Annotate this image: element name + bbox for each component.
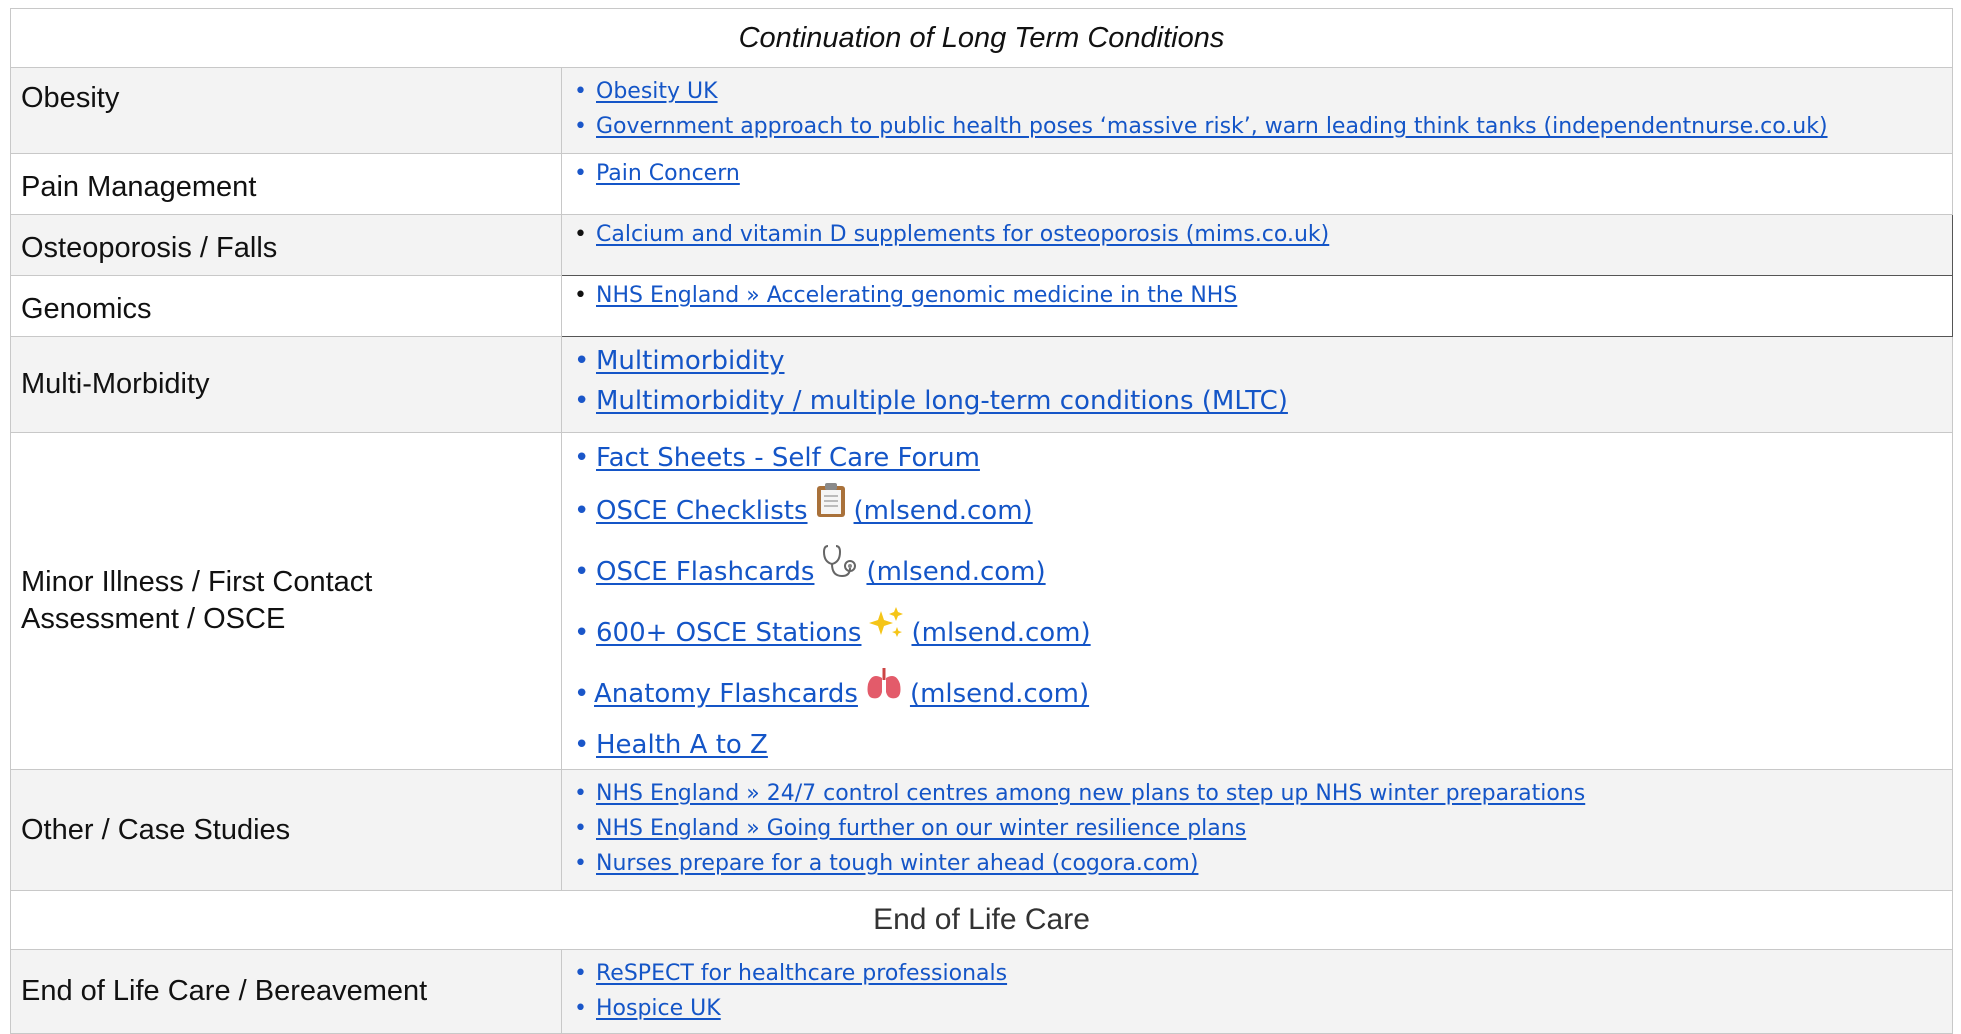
table-row: Other / Case Studies NHS England » 24/7 … bbox=[10, 769, 1953, 891]
list-item: Nurses prepare for a tough winter ahead … bbox=[574, 846, 1952, 881]
list-item: NHS England » Accelerating genomic medic… bbox=[574, 278, 1952, 313]
table-row: End of Life Care / Bereavement ReSPECT f… bbox=[10, 949, 1953, 1034]
topic-genomics: Genomics bbox=[10, 275, 562, 337]
table-row: Osteoporosis / Falls Calcium and vitamin… bbox=[10, 214, 1953, 276]
link-anatomy-flashcards[interactable]: Anatomy Flashcards (mlsend.com) bbox=[594, 668, 1090, 709]
links-eol: ReSPECT for healthcare professionals Hos… bbox=[561, 949, 1953, 1034]
link-osce-stations[interactable]: 600+ OSCE Stations (mlsend.com) bbox=[596, 607, 1091, 648]
list-item: NHS England » 24/7 control centres among… bbox=[574, 776, 1952, 811]
links-osteoporosis: Calcium and vitamin D supplements for os… bbox=[561, 214, 1953, 276]
table-row: Pain Management Pain Concern bbox=[10, 153, 1953, 215]
topic-other-case-studies: Other / Case Studies bbox=[10, 769, 562, 891]
topic-obesity: Obesity bbox=[10, 67, 562, 154]
table-title: Continuation of Long Term Conditions bbox=[10, 8, 1953, 68]
link-winter-resilience[interactable]: NHS England » Going further on our winte… bbox=[596, 816, 1246, 841]
list-item: OSCE Checklists (mlsend.com) bbox=[574, 481, 1952, 542]
link-source: (mlsend.com) bbox=[909, 679, 1090, 709]
link-pain-concern[interactable]: Pain Concern bbox=[596, 161, 740, 186]
stethoscope-icon bbox=[820, 542, 860, 603]
list-item: Multimorbidity bbox=[574, 341, 1952, 381]
link-list: Calcium and vitamin D supplements for os… bbox=[562, 217, 1952, 252]
link-genomic-medicine[interactable]: NHS England » Accelerating genomic medic… bbox=[596, 283, 1237, 308]
link-list: ReSPECT for healthcare professionals Hos… bbox=[562, 956, 1952, 1026]
link-list: Multimorbidity Multimorbidity / multiple… bbox=[562, 341, 1952, 421]
links-multimorbidity: Multimorbidity Multimorbidity / multiple… bbox=[561, 336, 1953, 433]
list-item: 600+ OSCE Stations (mlsend.com) bbox=[574, 603, 1952, 664]
list-item: NHS England » Going further on our winte… bbox=[574, 811, 1952, 846]
topic-osteoporosis: Osteoporosis / Falls bbox=[10, 214, 562, 276]
list-item: Health A to Z bbox=[574, 725, 1952, 765]
link-source: (mlsend.com) bbox=[853, 496, 1033, 526]
topic-end-of-life: End of Life Care / Bereavement bbox=[10, 949, 562, 1034]
table-row: Obesity Obesity UK Government approach t… bbox=[10, 67, 1953, 154]
list-item: ReSPECT for healthcare professionals bbox=[574, 956, 1952, 991]
link-multimorbidity[interactable]: Multimorbidity bbox=[596, 346, 785, 376]
link-source: (mlsend.com) bbox=[866, 557, 1046, 587]
lungs-icon bbox=[864, 664, 904, 725]
topic-multi-morbidity: Multi-Morbidity bbox=[10, 336, 562, 433]
link-source: (mlsend.com) bbox=[911, 618, 1091, 648]
link-calcium-vitamin-d[interactable]: Calcium and vitamin D supplements for os… bbox=[596, 222, 1329, 247]
link-text: OSCE Checklists bbox=[596, 496, 808, 526]
link-text: OSCE Flashcards bbox=[596, 557, 815, 587]
link-list: Fact Sheets - Self Care Forum OSCE Check… bbox=[562, 435, 1952, 765]
link-health-a-to-z[interactable]: Health A to Z bbox=[596, 730, 768, 760]
list-item: Calcium and vitamin D supplements for os… bbox=[574, 217, 1952, 252]
list-item: Government approach to public health pos… bbox=[574, 109, 1952, 144]
section-title-row: End of Life Care bbox=[10, 890, 1953, 950]
link-list: Pain Concern bbox=[562, 156, 1952, 191]
sparkles-icon bbox=[867, 603, 905, 664]
link-tough-winter[interactable]: Nurses prepare for a tough winter ahead … bbox=[596, 851, 1198, 876]
link-osce-checklists[interactable]: OSCE Checklists (mlsend.com) bbox=[596, 483, 1033, 526]
link-osce-flashcards[interactable]: OSCE Flashcards (mlsend.com) bbox=[596, 545, 1046, 587]
section-title: End of Life Care bbox=[10, 890, 1953, 950]
list-item: Anatomy Flashcards (mlsend.com) bbox=[574, 664, 1952, 725]
topic-pain-management: Pain Management bbox=[10, 153, 562, 215]
links-pain: Pain Concern bbox=[561, 153, 1953, 215]
link-list: NHS England » Accelerating genomic medic… bbox=[562, 278, 1952, 313]
link-respect[interactable]: ReSPECT for healthcare professionals bbox=[596, 961, 1007, 986]
link-fact-sheets[interactable]: Fact Sheets - Self Care Forum bbox=[596, 443, 980, 473]
topic-line: Assessment / OSCE bbox=[21, 603, 286, 635]
list-item: Pain Concern bbox=[574, 156, 1952, 191]
links-other: NHS England » 24/7 control centres among… bbox=[561, 769, 1953, 891]
link-text: 600+ OSCE Stations bbox=[596, 618, 862, 648]
list-item: OSCE Flashcards (mlsend.com) bbox=[574, 542, 1952, 603]
list-item: Fact Sheets - Self Care Forum bbox=[574, 435, 1952, 481]
link-list: Obesity UK Government approach to public… bbox=[562, 74, 1952, 144]
table-row: Genomics NHS England » Accelerating geno… bbox=[10, 275, 1953, 337]
links-genomics: NHS England » Accelerating genomic medic… bbox=[561, 275, 1953, 337]
table-title-row: Continuation of Long Term Conditions bbox=[10, 8, 1953, 68]
topic-minor-illness: Minor Illness / First Contact Assessment… bbox=[10, 432, 562, 770]
link-mltc[interactable]: Multimorbidity / multiple long-term cond… bbox=[596, 386, 1288, 416]
link-list: NHS England » 24/7 control centres among… bbox=[562, 776, 1952, 881]
clipboard-icon bbox=[814, 481, 848, 542]
topic-line: Minor Illness / First Contact bbox=[21, 566, 373, 598]
link-control-centres[interactable]: NHS England » 24/7 control centres among… bbox=[596, 781, 1585, 806]
link-obesity-uk[interactable]: Obesity UK bbox=[596, 79, 718, 104]
link-hospice-uk[interactable]: Hospice UK bbox=[596, 996, 721, 1021]
links-osce: Fact Sheets - Self Care Forum OSCE Check… bbox=[561, 432, 1953, 770]
list-item: Hospice UK bbox=[574, 991, 1952, 1026]
links-obesity: Obesity UK Government approach to public… bbox=[561, 67, 1953, 154]
table-row: Minor Illness / First Contact Assessment… bbox=[10, 432, 1953, 770]
link-government-approach[interactable]: Government approach to public health pos… bbox=[596, 114, 1828, 139]
table-row: Multi-Morbidity Multimorbidity Multimorb… bbox=[10, 336, 1953, 433]
list-item: Obesity UK bbox=[574, 74, 1952, 109]
link-text: Anatomy Flashcards bbox=[594, 679, 858, 709]
list-item: Multimorbidity / multiple long-term cond… bbox=[574, 381, 1952, 421]
resource-table: Continuation of Long Term Conditions Obe… bbox=[10, 8, 1953, 1034]
